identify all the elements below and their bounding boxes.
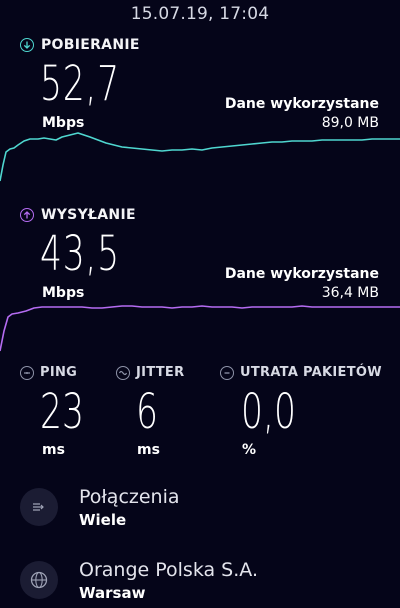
connections-row[interactable]: Połączenia Wiele — [20, 486, 380, 530]
provider-location: Warsaw — [79, 584, 146, 602]
jitter-title: JITTER — [136, 365, 185, 380]
ping-icon — [20, 365, 34, 380]
ping-unit: ms — [42, 442, 65, 458]
upload-speed-value: 43,5 — [40, 226, 120, 282]
provider-name: Orange Polska S.A. — [79, 559, 258, 581]
download-speed-value: 52,7 — [40, 56, 120, 112]
packet-loss-unit: % — [242, 442, 257, 458]
ping-value: 23 — [40, 384, 84, 440]
packet-loss-icon — [220, 365, 234, 380]
packet-loss-header: UTRATA PAKIETÓW — [220, 365, 382, 380]
connections-icon — [20, 488, 58, 526]
jitter-unit: ms — [137, 442, 160, 458]
packet-loss-title: UTRATA PAKIETÓW — [240, 365, 382, 380]
upload-speed-graph — [0, 305, 400, 352]
download-data-used-label: Dane wykorzystane — [224, 96, 379, 112]
packet-loss-value: 0,0 — [241, 384, 296, 440]
download-header: POBIERANIE — [20, 37, 140, 53]
download-arrow-icon — [20, 38, 34, 52]
globe-icon — [20, 561, 58, 599]
upload-data-used-label: Dane wykorzystane — [224, 266, 379, 282]
jitter-wave-icon — [116, 365, 130, 380]
download-speed-graph — [0, 132, 400, 182]
timestamp: 15.07.19, 17:04 — [130, 4, 270, 24]
jitter-header: JITTER — [116, 365, 184, 380]
upload-arrow-icon — [20, 208, 34, 222]
jitter-value: 6 — [136, 384, 158, 440]
provider-row[interactable]: Orange Polska S.A. Warsaw — [20, 559, 380, 603]
ping-header: PING — [20, 365, 77, 380]
upload-header: WYSYŁANIE — [20, 207, 136, 223]
download-title: POBIERANIE — [41, 37, 140, 53]
connections-value: Wiele — [79, 511, 127, 529]
connections-title: Połączenia — [79, 486, 180, 508]
ping-title: PING — [40, 365, 78, 380]
upload-title: WYSYŁANIE — [41, 207, 136, 223]
